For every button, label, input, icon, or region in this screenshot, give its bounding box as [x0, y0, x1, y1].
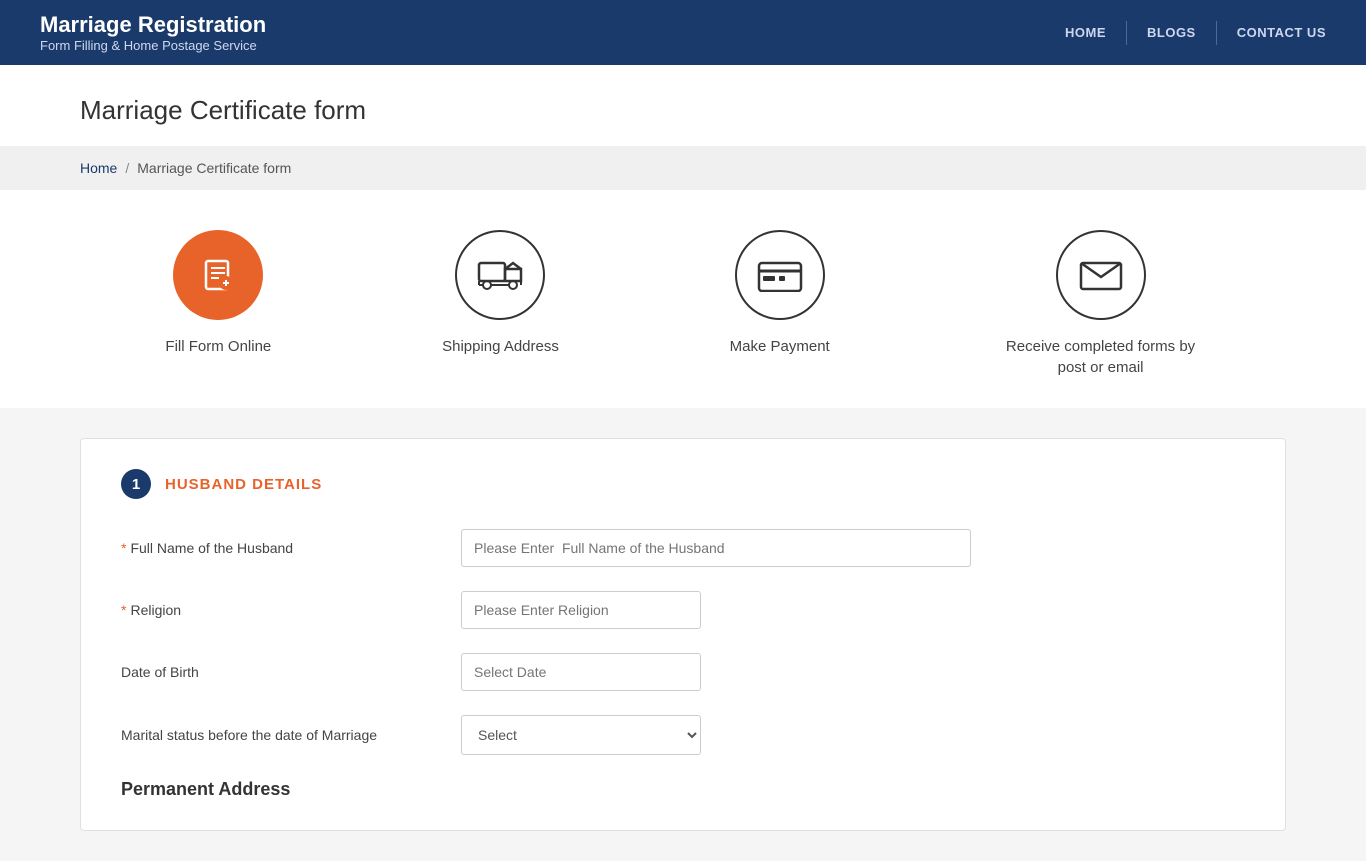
full-name-label: Full Name of the Husband [130, 540, 293, 556]
dob-input[interactable] [461, 653, 701, 691]
full-name-row: *Full Name of the Husband [121, 529, 1245, 567]
steps-section: Fill Form Online Shipping Address [0, 190, 1366, 408]
page-title: Marriage Certificate form [80, 95, 1286, 126]
main-nav: HOME BLOGS CONTACT US [1065, 21, 1326, 45]
required-star-religion: * [121, 602, 126, 618]
step-receive[interactable]: Receive completed forms by post or email [1001, 230, 1201, 378]
header: Marriage Registration Form Filling & Hom… [0, 0, 1366, 65]
fill-form-icon [173, 230, 263, 320]
marital-status-label: Marital status before the date of Marria… [121, 727, 377, 743]
full-name-input-col [461, 529, 1245, 567]
nav-sep-1 [1126, 21, 1127, 45]
dob-label-col: Date of Birth [121, 664, 461, 680]
nav-sep-2 [1216, 21, 1217, 45]
payment-label: Make Payment [730, 336, 830, 357]
permanent-address-title: Permanent Address [121, 779, 1245, 800]
main-content: 1 HUSBAND DETAILS *Full Name of the Husb… [0, 408, 1366, 861]
full-name-input[interactable] [461, 529, 971, 567]
nav-blogs[interactable]: BLOGS [1147, 25, 1196, 40]
page-title-area: Marriage Certificate form [0, 65, 1366, 146]
brand: Marriage Registration Form Filling & Hom… [40, 12, 266, 53]
nav-home[interactable]: HOME [1065, 25, 1106, 40]
nav-contact[interactable]: CONTACT US [1237, 25, 1326, 40]
brand-subtitle: Form Filling & Home Postage Service [40, 38, 266, 53]
religion-label: Religion [130, 602, 181, 618]
marital-status-label-col: Marital status before the date of Marria… [121, 727, 461, 743]
breadcrumb-sep: / [125, 160, 129, 176]
fill-form-label: Fill Form Online [165, 336, 271, 357]
religion-input-col [461, 591, 1245, 629]
breadcrumb: Home / Marriage Certificate form [0, 146, 1366, 190]
religion-input[interactable] [461, 591, 701, 629]
dob-row: Date of Birth [121, 653, 1245, 691]
section-title: HUSBAND DETAILS [165, 476, 322, 493]
required-star-name: * [121, 540, 126, 556]
payment-icon [735, 230, 825, 320]
shipping-label: Shipping Address [442, 336, 559, 357]
breadcrumb-current: Marriage Certificate form [137, 160, 291, 176]
dob-label: Date of Birth [121, 664, 199, 680]
receive-icon [1056, 230, 1146, 320]
section-header: 1 HUSBAND DETAILS [121, 469, 1245, 499]
marital-status-input-col: Select Single Divorced Widowed [461, 715, 1245, 755]
breadcrumb-home[interactable]: Home [80, 160, 117, 176]
step-shipping[interactable]: Shipping Address [442, 230, 559, 357]
full-name-label-col: *Full Name of the Husband [121, 540, 461, 556]
marital-status-select[interactable]: Select Single Divorced Widowed [461, 715, 701, 755]
religion-row: *Religion [121, 591, 1245, 629]
religion-label-col: *Religion [121, 602, 461, 618]
shipping-icon [455, 230, 545, 320]
marital-status-row: Marital status before the date of Marria… [121, 715, 1245, 755]
step-payment[interactable]: Make Payment [730, 230, 830, 357]
section-number: 1 [121, 469, 151, 499]
brand-title: Marriage Registration [40, 12, 266, 38]
husband-details-section: 1 HUSBAND DETAILS *Full Name of the Husb… [80, 438, 1286, 831]
receive-label: Receive completed forms by post or email [1001, 336, 1201, 378]
dob-input-col [461, 653, 1245, 691]
step-fill-form[interactable]: Fill Form Online [165, 230, 271, 357]
